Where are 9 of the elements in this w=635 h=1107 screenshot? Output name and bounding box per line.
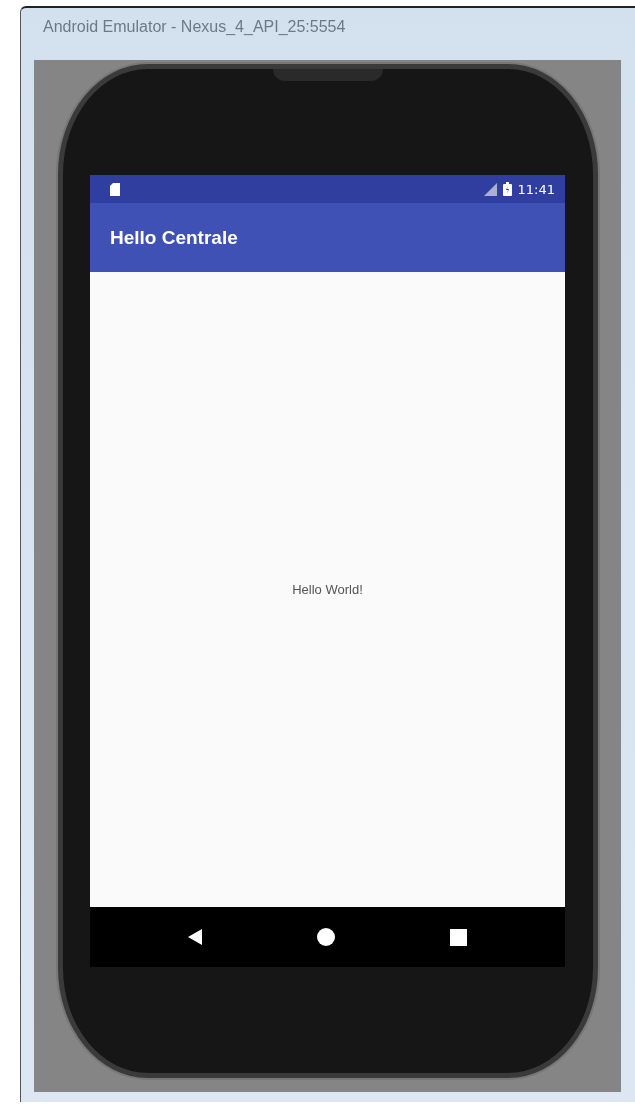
recents-icon[interactable]: [450, 928, 468, 946]
app-title: Hello Centrale: [110, 226, 238, 249]
hello-text: Hello World!: [292, 582, 363, 597]
back-icon[interactable]: [187, 929, 202, 945]
home-icon[interactable]: [317, 928, 335, 946]
sd-card-icon: [110, 182, 120, 196]
window-title: Android Emulator - Nexus_4_API_25:5554: [43, 18, 346, 36]
status-time: 11:41: [517, 181, 555, 197]
battery-icon: [502, 182, 512, 196]
